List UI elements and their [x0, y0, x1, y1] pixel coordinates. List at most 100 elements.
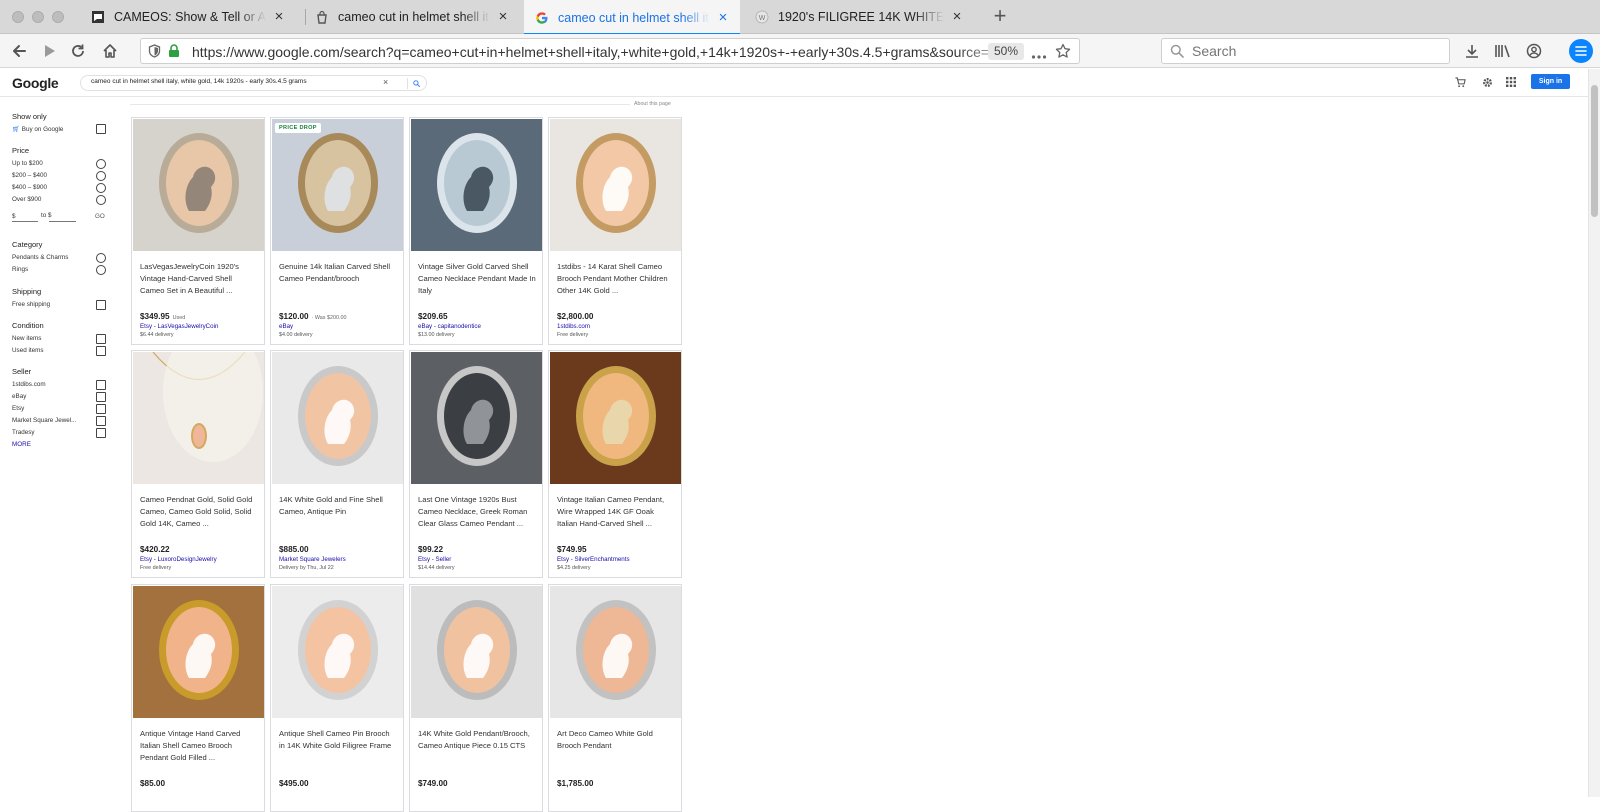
product-image[interactable]	[272, 352, 403, 484]
shield-icon[interactable]	[148, 44, 161, 63]
filter-option[interactable]: Market Square Jewel...	[12, 416, 112, 426]
product-card[interactable]: Cameo Pendnat Gold, Solid Gold Cameo, Ca…	[131, 350, 265, 578]
filter-radio[interactable]	[96, 159, 106, 169]
page-scrollbar[interactable]	[1588, 69, 1600, 797]
filter-checkbox[interactable]	[96, 300, 106, 310]
close-tab-icon[interactable]: ×	[272, 9, 286, 24]
filter-option[interactable]: Pendants & Charms	[12, 253, 112, 263]
product-title[interactable]: Last One Vintage 1920s Bust Cameo Neckla…	[418, 494, 536, 529]
browser-tab[interactable]: W 1920's FILIGREE 14K WHITE GO ×	[744, 0, 974, 34]
url-text[interactable]: https://www.google.com/search?q=cameo+cu…	[192, 44, 1022, 60]
max-price-input[interactable]	[49, 213, 76, 222]
browser-search-input[interactable]	[1192, 43, 1432, 59]
browser-tab-active[interactable]: cameo cut in helmet shell italy, ×	[524, 0, 740, 35]
merchant-link[interactable]: 1stdibs.com	[557, 323, 590, 330]
product-image[interactable]	[550, 586, 681, 718]
filter-option[interactable]: $400 – $900	[12, 183, 112, 193]
google-search-box[interactable]: cameo cut in helmet shell italy, white g…	[80, 75, 427, 91]
product-title[interactable]: LasVegasJewelryCoin 1920's Vintage Hand-…	[140, 261, 258, 296]
filter-checkbox[interactable]	[96, 416, 106, 426]
product-image[interactable]	[133, 586, 264, 718]
reload-icon[interactable]	[68, 41, 88, 61]
filter-option[interactable]: 1stdibs.com	[12, 380, 112, 390]
filter-option[interactable]: 🛒︎ Buy on Google	[12, 124, 112, 134]
product-card[interactable]: LasVegasJewelryCoin 1920's Vintage Hand-…	[131, 117, 265, 345]
window-zoom-control[interactable]	[52, 11, 64, 23]
product-card[interactable]: Vintage Italian Cameo Pendant, Wire Wrap…	[548, 350, 682, 578]
home-icon[interactable]	[100, 41, 120, 61]
filter-option[interactable]: Used items	[12, 346, 112, 356]
filter-radio[interactable]	[96, 195, 106, 205]
product-title[interactable]: Antique Vintage Hand Carved Italian Shel…	[140, 728, 258, 763]
account-icon[interactable]	[1524, 41, 1544, 61]
filter-checkbox[interactable]	[96, 346, 106, 356]
filter-radio[interactable]	[96, 183, 106, 193]
merchant-link[interactable]: eBay	[279, 323, 293, 330]
close-tab-icon[interactable]: ×	[496, 9, 510, 24]
lock-icon[interactable]	[168, 44, 180, 63]
search-query-text[interactable]: cameo cut in helmet shell italy, white g…	[91, 78, 307, 85]
product-title[interactable]: Vintage Silver Gold Carved Shell Cameo N…	[418, 261, 536, 296]
filter-checkbox[interactable]	[96, 124, 106, 134]
browser-tab[interactable]: CAMEOS: Show & Tell or Ask & ×	[80, 0, 296, 34]
price-go-button[interactable]: GO	[95, 213, 105, 220]
product-title[interactable]: Cameo Pendnat Gold, Solid Gold Cameo, Ca…	[140, 494, 258, 529]
search-submit-icon[interactable]	[407, 78, 425, 89]
product-card[interactable]: Last One Vintage 1920s Bust Cameo Neckla…	[409, 350, 543, 578]
filter-option[interactable]: Tradesy	[12, 428, 112, 438]
product-image[interactable]	[133, 352, 264, 484]
min-price-input[interactable]: $	[12, 213, 38, 222]
cart-icon[interactable]	[1454, 76, 1466, 88]
product-card[interactable]: 14K White Gold Pendant/Brooch, Cameo Ant…	[409, 584, 543, 812]
product-image[interactable]	[133, 119, 264, 251]
merchant-link[interactable]: Etsy - SilverEnchantments	[557, 556, 630, 563]
product-title[interactable]: Vintage Italian Cameo Pendant, Wire Wrap…	[557, 494, 675, 529]
product-card[interactable]: Art Deco Cameo White Gold Brooch Pendant…	[548, 584, 682, 812]
bookmark-star-icon[interactable]	[1055, 43, 1071, 64]
filter-option[interactable]: $200 – $400	[12, 171, 112, 181]
zoom-level-indicator[interactable]: 50%	[987, 43, 1024, 60]
product-card[interactable]: PRICE DROP Genuine 14k Italian Carved Sh…	[270, 117, 404, 345]
downloads-icon[interactable]	[1462, 41, 1482, 61]
window-minimize-control[interactable]	[32, 11, 44, 23]
browser-tab[interactable]: cameo cut in helmet shell italy, ×	[304, 0, 520, 34]
page-actions-more-icon[interactable]	[1031, 47, 1047, 65]
product-title[interactable]: Genuine 14k Italian Carved Shell Cameo P…	[279, 261, 397, 285]
sign-in-button[interactable]: Sign in	[1531, 74, 1570, 89]
clear-search-icon[interactable]: ×	[383, 77, 388, 87]
merchant-link[interactable]: Etsy - LasVegasJewelryCoin	[140, 323, 218, 330]
library-icon[interactable]	[1493, 41, 1513, 61]
filter-option[interactable]: Free shipping	[12, 300, 112, 310]
product-card[interactable]: Antique Shell Cameo Pin Brooch in 14K Wh…	[270, 584, 404, 812]
product-image[interactable]	[550, 352, 681, 484]
filter-option[interactable]: Rings	[12, 265, 112, 275]
product-image[interactable]	[550, 119, 681, 251]
hamburger-menu-icon[interactable]	[1569, 39, 1593, 63]
more-sellers-link[interactable]: MORE	[12, 441, 31, 448]
forward-arrow-icon[interactable]	[40, 41, 60, 61]
scrollbar-thumb[interactable]	[1591, 85, 1598, 217]
settings-gear-icon[interactable]	[1481, 76, 1493, 88]
product-title[interactable]: 14K White Gold and Fine Shell Cameo, Ant…	[279, 494, 397, 518]
close-tab-icon[interactable]: ×	[950, 9, 964, 24]
filter-checkbox[interactable]	[96, 334, 106, 344]
window-close-control[interactable]	[12, 11, 24, 23]
product-image[interactable]	[272, 586, 403, 718]
product-image[interactable]	[411, 119, 542, 251]
filter-checkbox[interactable]	[96, 380, 106, 390]
merchant-link[interactable]: Etsy - Seller	[418, 556, 451, 563]
apps-grid-icon[interactable]	[1505, 76, 1517, 88]
product-image[interactable]	[411, 586, 542, 718]
filter-checkbox[interactable]	[96, 428, 106, 438]
filter-checkbox[interactable]	[96, 392, 106, 402]
new-tab-plus-icon[interactable]: +	[989, 5, 1011, 28]
filter-option[interactable]: Etsy	[12, 404, 112, 414]
about-this-page-link[interactable]: About this page	[634, 101, 671, 107]
filter-radio[interactable]	[96, 265, 106, 275]
filter-radio[interactable]	[96, 171, 106, 181]
merchant-link[interactable]: Market Square Jewelers	[279, 556, 346, 563]
product-title[interactable]: Art Deco Cameo White Gold Brooch Pendant	[557, 728, 675, 752]
product-title[interactable]: 1stdibs - 14 Karat Shell Cameo Brooch Pe…	[557, 261, 675, 296]
product-card[interactable]: Vintage Silver Gold Carved Shell Cameo N…	[409, 117, 543, 345]
back-arrow-icon[interactable]	[9, 41, 29, 61]
